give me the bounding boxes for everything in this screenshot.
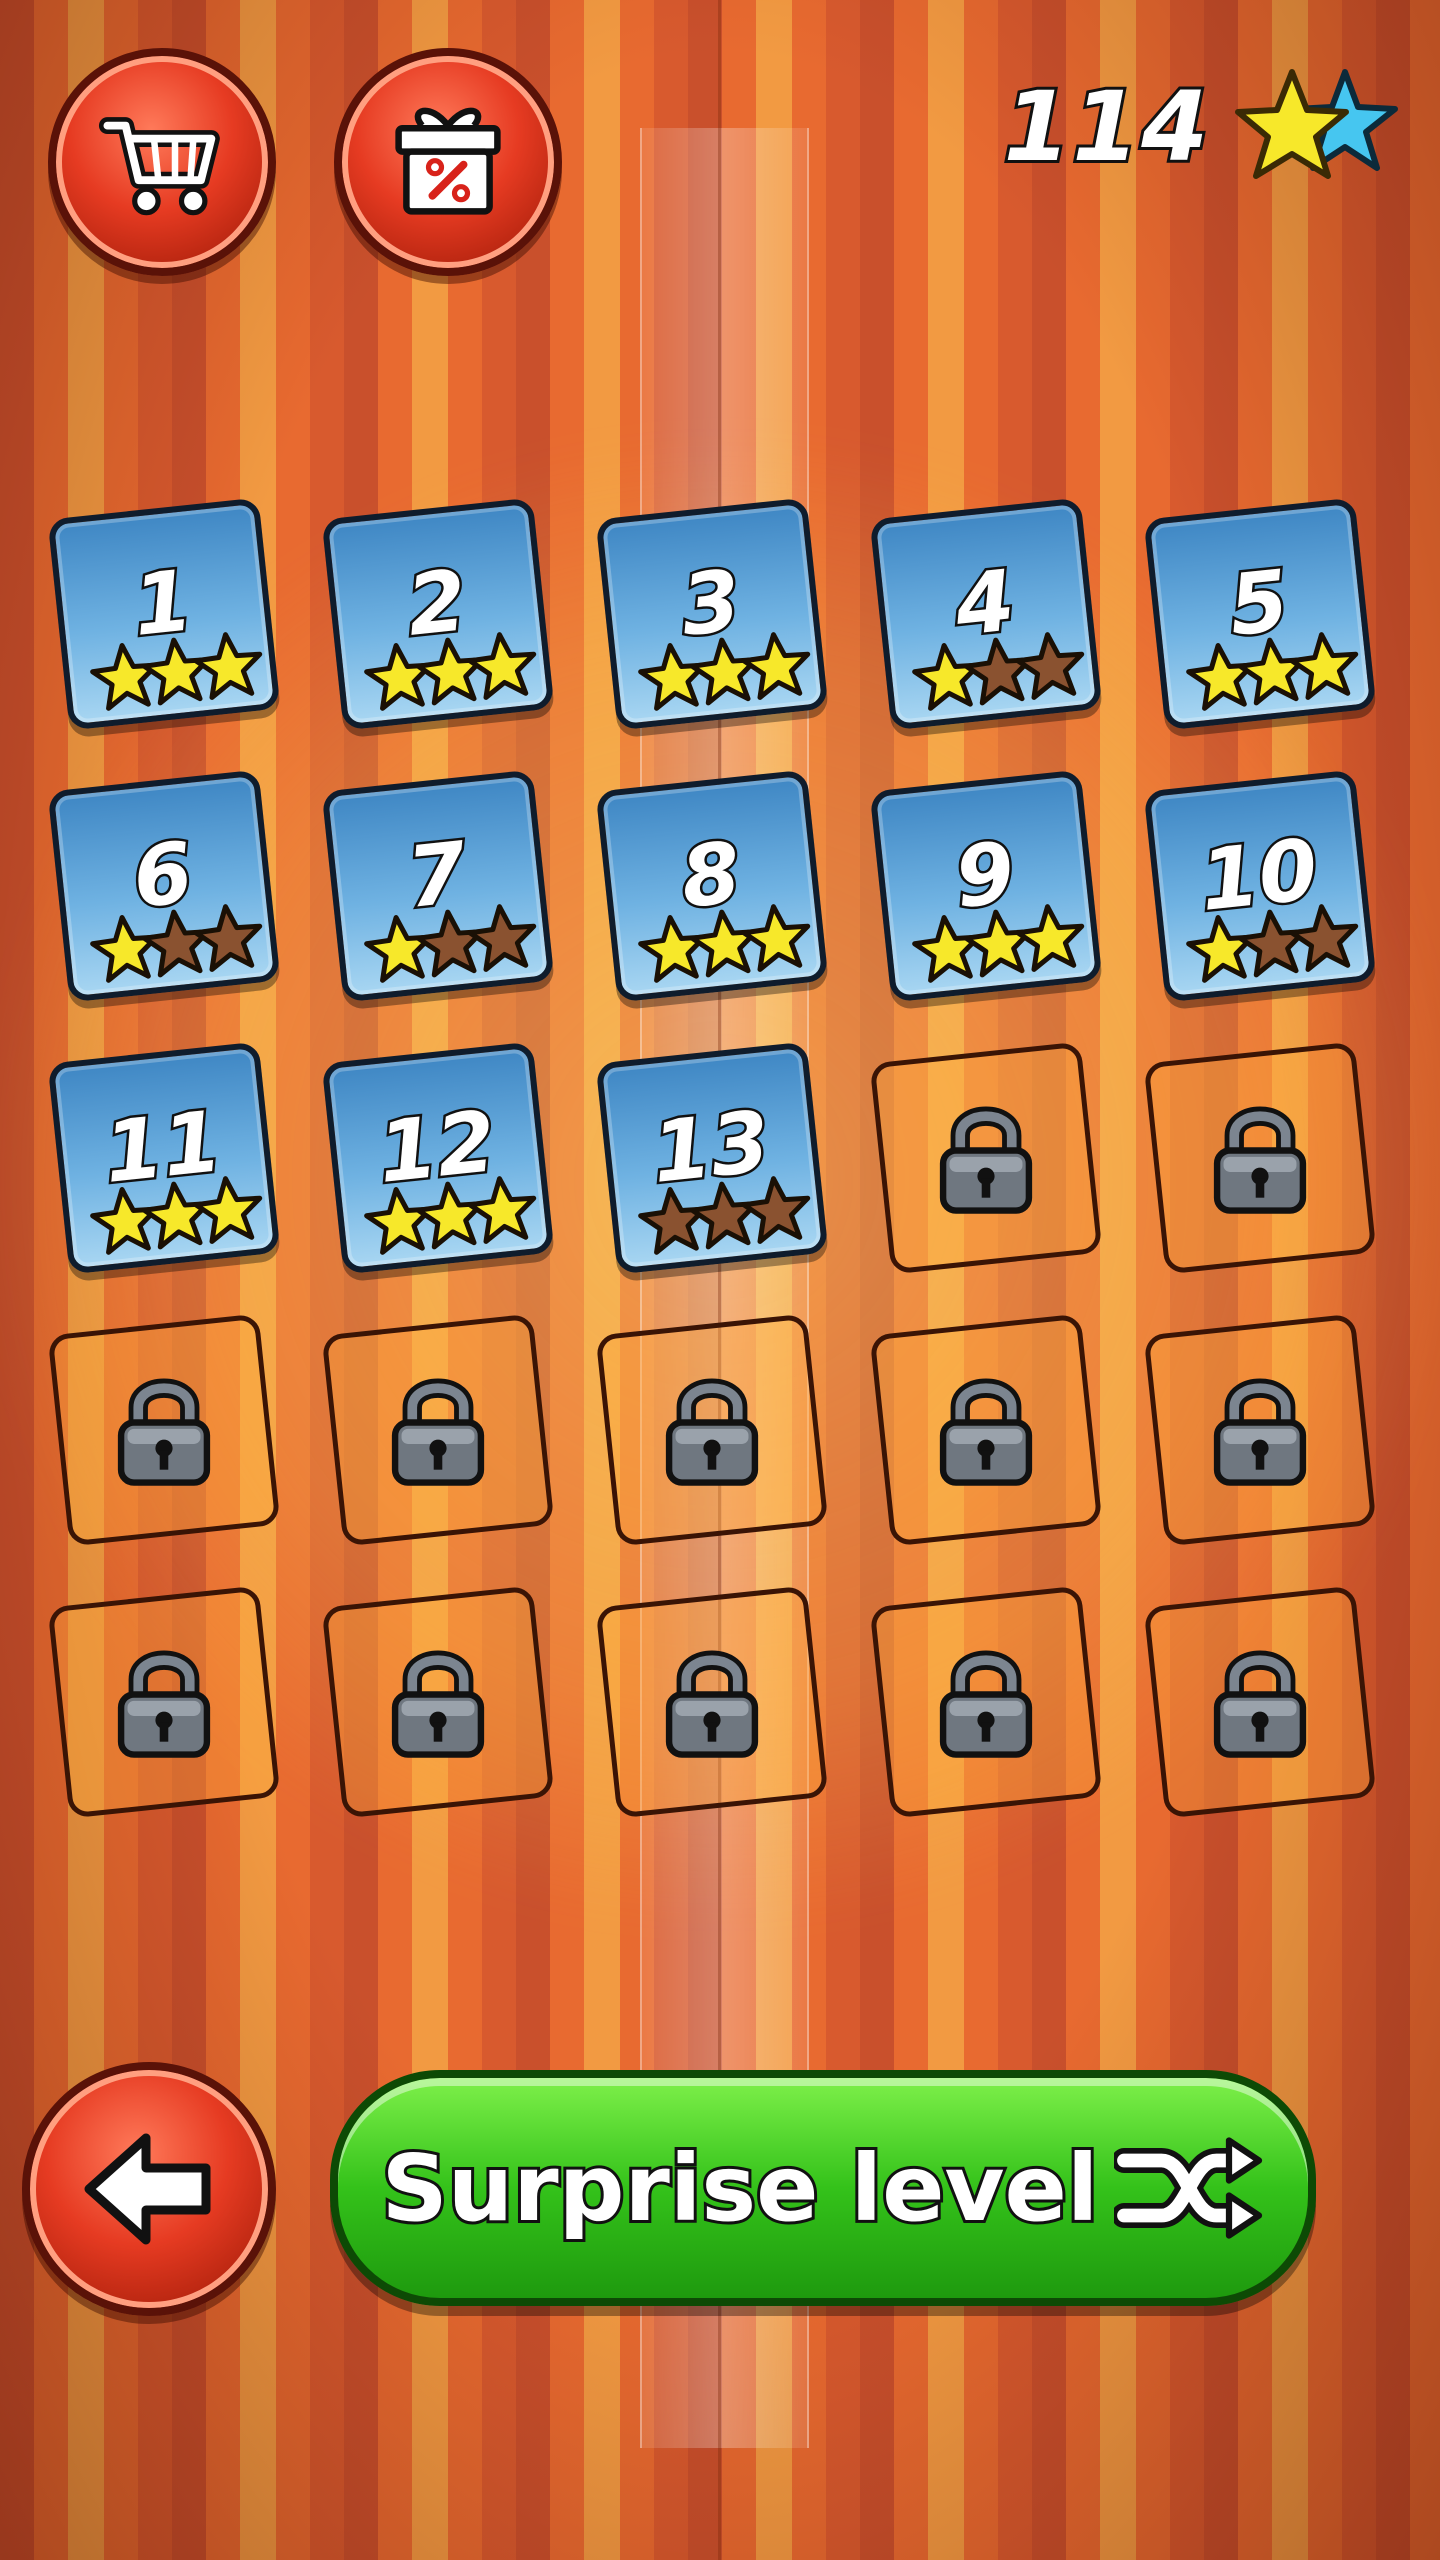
star-empty-icon	[193, 904, 263, 972]
shop-button[interactable]	[48, 48, 276, 276]
star-earned-icon	[467, 1176, 537, 1244]
star-empty-icon	[1289, 904, 1359, 972]
star-earned-icon	[1289, 632, 1359, 700]
padlock-icon	[117, 1650, 211, 1758]
level-stars	[364, 628, 541, 714]
level-tile[interactable]: 9	[869, 769, 1103, 1003]
level-tile[interactable]: 8	[595, 769, 829, 1003]
level-stars	[90, 1172, 267, 1258]
star-empty-icon	[467, 904, 537, 972]
gift-discount-icon	[395, 107, 501, 215]
shopping-cart-icon	[98, 117, 220, 216]
padlock-icon	[665, 1378, 759, 1486]
padlock-icon	[939, 1650, 1033, 1758]
star-earned-icon	[193, 1176, 263, 1244]
level-tile[interactable]: 12	[321, 1041, 555, 1275]
padlock-icon	[117, 1378, 211, 1486]
surprise-level-button[interactable]: Surprise level	[330, 2070, 1316, 2306]
back-arrow-icon	[84, 2133, 211, 2245]
star-earned-icon	[741, 904, 811, 972]
level-tile[interactable]: 1	[47, 497, 281, 731]
level-stars	[638, 900, 815, 986]
level-tile-locked[interactable]	[1143, 1041, 1377, 1275]
level-tile-locked[interactable]	[595, 1313, 829, 1547]
padlock-icon	[665, 1650, 759, 1758]
level-stars	[912, 900, 1089, 986]
level-tile-face: 11	[47, 1041, 281, 1275]
level-tile-face: 6	[47, 769, 281, 1003]
star-empty-icon	[741, 1176, 811, 1244]
level-stars	[1186, 900, 1363, 986]
level-tile-face: 7	[321, 769, 555, 1003]
level-tile[interactable]: 6	[47, 769, 281, 1003]
level-stars	[638, 1172, 815, 1258]
level-tile-face: 3	[595, 497, 829, 731]
level-tile-face: 8	[595, 769, 829, 1003]
surprise-level-label: Surprise level	[379, 2132, 1102, 2245]
level-stars	[638, 628, 815, 714]
star-counter: 114	[1001, 62, 1400, 192]
level-tile-locked[interactable]	[47, 1313, 281, 1547]
level-tile-face: 10	[1143, 769, 1377, 1003]
level-tile-locked[interactable]	[869, 1585, 1103, 1819]
padlock-icon	[391, 1650, 485, 1758]
level-tile[interactable]: 4	[869, 497, 1103, 731]
offers-button[interactable]	[334, 48, 562, 276]
padlock-icon	[1213, 1650, 1307, 1758]
level-stars	[364, 1172, 541, 1258]
level-tile-locked[interactable]	[1143, 1585, 1377, 1819]
level-tile[interactable]: 10	[1143, 769, 1377, 1003]
star-earned-icon	[741, 632, 811, 700]
padlock-icon	[391, 1378, 485, 1486]
level-stars	[912, 628, 1089, 714]
level-tile-face: 9	[869, 769, 1103, 1003]
star-earned-icon	[1015, 904, 1085, 972]
level-tile[interactable]: 7	[321, 769, 555, 1003]
double-star-icon	[1235, 69, 1398, 179]
level-tile-locked[interactable]	[1143, 1313, 1377, 1547]
star-earned-icon	[193, 632, 263, 700]
level-tile-locked[interactable]	[321, 1585, 555, 1819]
level-tile-face: 4	[869, 497, 1103, 731]
level-stars	[364, 900, 541, 986]
level-tile[interactable]: 13	[595, 1041, 829, 1275]
padlock-icon	[1213, 1106, 1307, 1214]
padlock-icon	[939, 1378, 1033, 1486]
level-tile-face: 1	[47, 497, 281, 731]
back-button[interactable]	[22, 2062, 276, 2316]
level-tile-locked[interactable]	[321, 1313, 555, 1547]
level-tile-face: 2	[321, 497, 555, 731]
star-earned-icon	[467, 632, 537, 700]
shuffle-icon	[1114, 2137, 1263, 2239]
level-tile[interactable]: 11	[47, 1041, 281, 1275]
level-tile[interactable]: 2	[321, 497, 555, 731]
level-tile-face: 13	[595, 1041, 829, 1275]
level-tile-face: 12	[321, 1041, 555, 1275]
level-stars	[90, 628, 267, 714]
level-tile-face: 5	[1143, 497, 1377, 731]
level-tile-locked[interactable]	[595, 1585, 829, 1819]
level-tile-locked[interactable]	[869, 1041, 1103, 1275]
level-tile[interactable]: 3	[595, 497, 829, 731]
padlock-icon	[1213, 1378, 1307, 1486]
level-tile-locked[interactable]	[869, 1313, 1103, 1547]
level-tile[interactable]: 5	[1143, 497, 1377, 731]
padlock-icon	[939, 1106, 1033, 1214]
level-stars	[1186, 628, 1363, 714]
level-stars	[90, 900, 267, 986]
level-tile-locked[interactable]	[47, 1585, 281, 1819]
star-empty-icon	[1015, 632, 1085, 700]
stars-total-value: 114	[1001, 68, 1211, 186]
